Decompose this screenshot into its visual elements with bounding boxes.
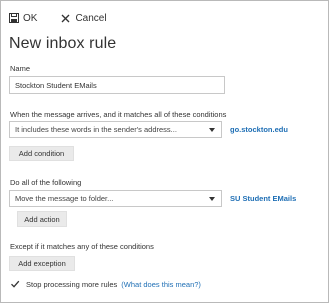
ok-button[interactable]: OK xyxy=(9,13,37,24)
chevron-down-icon xyxy=(209,127,215,132)
add-action-button[interactable]: Add action xyxy=(17,211,67,227)
cancel-button[interactable]: Cancel xyxy=(61,12,107,24)
check-icon xyxy=(11,280,20,288)
save-icon xyxy=(9,13,19,23)
chevron-down-icon xyxy=(209,196,215,201)
stop-processing-label: Stop processing more rules xyxy=(26,279,118,289)
action-select-value: Move the message to folder... xyxy=(15,194,114,203)
condition-select[interactable]: It includes these words in the sender's … xyxy=(9,121,222,138)
name-label: Name xyxy=(10,64,31,73)
conditions-label: When the message arrives, and it matches… xyxy=(10,110,227,119)
action-select[interactable]: Move the message to folder... xyxy=(9,190,222,207)
condition-value-link[interactable]: go.stockton.edu xyxy=(230,125,288,134)
stop-processing-row: Stop processing more rules (What does th… xyxy=(10,279,201,289)
condition-select-value: It includes these words in the sender's … xyxy=(15,125,177,134)
action-value-link[interactable]: SU Student EMails xyxy=(230,194,296,203)
name-input-value: Stockton Student EMails xyxy=(15,80,97,90)
help-link[interactable]: (What does this mean?) xyxy=(121,280,201,289)
exceptions-label: Except if it matches any of these condit… xyxy=(10,242,154,251)
add-condition-button[interactable]: Add condition xyxy=(9,146,74,161)
ok-label: OK xyxy=(23,12,38,24)
name-input[interactable]: Stockton Student EMails xyxy=(9,76,225,94)
stop-processing-checkbox[interactable] xyxy=(10,279,20,289)
add-exception-button[interactable]: Add exception xyxy=(9,256,75,271)
close-icon xyxy=(61,14,70,23)
cancel-label: Cancel xyxy=(75,12,107,24)
page-title: New inbox rule xyxy=(9,35,117,52)
toolbar: OK Cancel xyxy=(9,10,107,26)
actions-label: Do all of the following xyxy=(10,178,82,187)
